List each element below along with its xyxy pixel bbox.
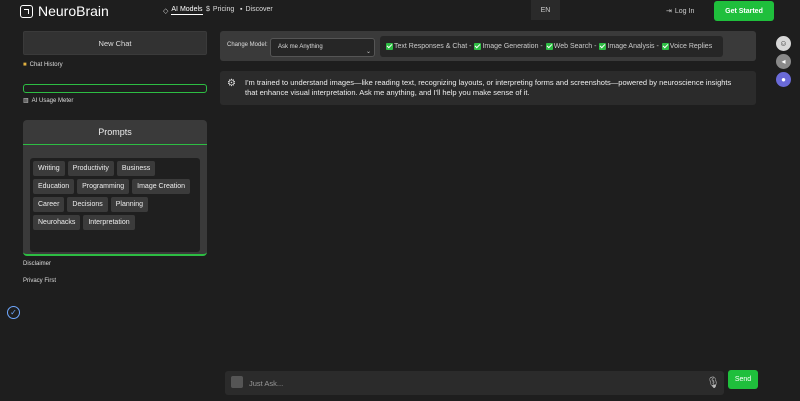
chip-neurohacks[interactable]: Neurohacks <box>33 215 81 230</box>
nav-discover[interactable]: ▪ Discover <box>240 6 273 13</box>
nav-label: Pricing <box>212 6 235 13</box>
prompts-title: Prompts <box>98 127 132 137</box>
feature-label: Voice Replies <box>669 43 713 50</box>
right-rail: ☺ ◂ ● <box>776 36 791 87</box>
chip-decisions[interactable]: Decisions <box>67 197 108 212</box>
brand-logo[interactable]: NeuroBrain <box>20 3 109 19</box>
divider <box>23 144 207 145</box>
chip-programming[interactable]: Programming <box>77 179 130 194</box>
chat-history-label: Chat History <box>29 62 63 68</box>
language-selector[interactable]: EN <box>531 0 560 20</box>
ask-input[interactable]: Just Ask... <box>249 379 283 388</box>
attach-image-icon[interactable] <box>231 376 243 388</box>
chevron-down-icon: ⌄ <box>365 49 371 55</box>
accessibility-icon[interactable]: ✓ <box>7 306 20 319</box>
brand-name: NeuroBrain <box>38 3 109 19</box>
check-icon <box>661 43 669 50</box>
brain-icon: ⚙ <box>227 78 236 89</box>
nav-pricing[interactable]: $ Pricing <box>206 6 234 13</box>
prompts-panel: Prompts Writing Productivity Business Ed… <box>23 120 207 256</box>
chip-writing[interactable]: Writing <box>33 161 65 176</box>
usage-meter-bar <box>23 84 207 93</box>
chip-productivity[interactable]: Productivity <box>67 161 114 176</box>
chat-history[interactable]: ■ Chat History <box>23 62 207 68</box>
assistant-message: ⚙ I'm trained to understand images—like … <box>220 71 756 105</box>
check-icon <box>545 43 553 50</box>
dollar-icon: $ <box>206 6 210 13</box>
usage-meter: ▥ AI Usage Meter <box>23 97 207 105</box>
sidebar: New Chat ■ Chat History ▥ AI Usage Meter <box>23 31 207 104</box>
folder-icon: ■ <box>23 62 27 68</box>
chart-icon: ▥ <box>23 98 29 104</box>
feature-label: Image Generation - <box>482 43 543 50</box>
chip-education[interactable]: Education <box>33 179 75 194</box>
change-model-label: Change Model: <box>227 42 268 48</box>
speaker-icon[interactable]: ◂ <box>776 54 791 69</box>
check-icon <box>474 43 482 50</box>
login-label: Log In <box>674 7 695 15</box>
nav-label: Discover <box>245 6 273 13</box>
message-text: I'm trained to understand images—like re… <box>245 78 732 97</box>
login-link[interactable]: ⇥ Log In <box>666 7 695 16</box>
chip-business[interactable]: Business <box>116 161 156 176</box>
logo-icon <box>20 4 33 18</box>
disclaimer-link[interactable]: Disclaimer <box>23 261 51 267</box>
model-select[interactable]: Ask me Anything ⌄ <box>270 38 375 57</box>
check-icon <box>599 43 607 50</box>
composer: Just Ask... 🎙 <box>225 371 724 395</box>
privacy-link[interactable]: Privacy First <box>23 278 56 284</box>
folder-icon: ▪ <box>240 6 243 13</box>
diamond-icon: ◇ <box>163 7 169 15</box>
feature-label: Image Analysis - <box>607 43 659 50</box>
nav-label: AI Models <box>171 6 203 15</box>
microphone-icon[interactable]: 🎙 <box>706 376 720 389</box>
nav-ai-models[interactable]: ◇ AI Models <box>163 6 203 15</box>
assistant-avatar-icon[interactable]: ● <box>776 72 791 87</box>
get-started-button[interactable]: Get Started <box>714 1 774 21</box>
top-bar: NeuroBrain ◇ AI Models $ Pricing ▪ Disco… <box>0 0 800 24</box>
emoji-icon[interactable]: ☺ <box>776 36 791 51</box>
model-features: Text Responses & Chat - Image Generation… <box>380 36 723 57</box>
check-icon <box>386 43 393 50</box>
feature-label: Text Responses & Chat - <box>394 43 472 50</box>
chip-image-creation[interactable]: Image Creation <box>132 179 191 194</box>
chip-career[interactable]: Career <box>33 197 65 212</box>
new-chat-button[interactable]: New Chat <box>23 31 207 55</box>
send-button[interactable]: Send <box>728 370 758 389</box>
usage-meter-label: AI Usage Meter <box>31 97 74 104</box>
chip-planning[interactable]: Planning <box>110 197 149 212</box>
feature-label: Web Search - <box>553 43 597 50</box>
login-icon: ⇥ <box>666 8 672 15</box>
prompt-chips: Writing Productivity Business Education … <box>30 158 200 252</box>
chip-interpretation[interactable]: Interpretation <box>83 215 135 230</box>
model-bar: Change Model: Ask me Anything ⌄ Text Res… <box>220 31 756 61</box>
model-selected: Ask me Anything <box>278 44 323 50</box>
